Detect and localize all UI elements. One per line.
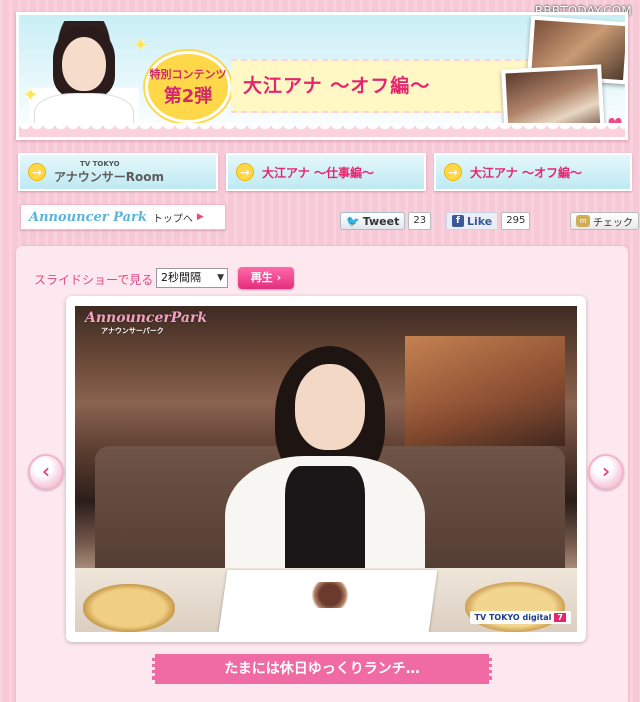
special-content-badge: 特別コンテンツ 第2弾 xyxy=(145,51,231,123)
nav-tab-sublabel: TV TOKYO xyxy=(80,159,120,168)
nav-tab-label: TV TOKYO アナウンサーRoom xyxy=(54,160,164,185)
nav-tab-work[interactable]: → 大江アナ ～仕事編～ xyxy=(226,153,426,191)
arrow-right-icon: → xyxy=(444,163,462,181)
photo-watermark-logo: AnnouncerPark アナウンサーパーク xyxy=(85,310,208,335)
like-button[interactable]: f Like xyxy=(446,212,499,230)
tweet-widget: 🐦 Tweet 23 xyxy=(340,212,432,230)
slide-caption: たまには休日ゆっくりランチ… xyxy=(152,654,492,684)
dropdown-arrow-icon: ▼ xyxy=(217,273,224,283)
chevron-right-icon: ▶ xyxy=(196,212,204,222)
arrow-right-icon: → xyxy=(28,163,46,181)
host-face xyxy=(62,37,106,91)
arrow-right-icon: → xyxy=(236,163,254,181)
interval-select[interactable]: 2秒間隔 ▼ xyxy=(156,268,228,288)
slide-frame: AnnouncerPark アナウンサーパーク TV TOKYO digital… xyxy=(66,296,586,642)
play-button[interactable]: 再生 › xyxy=(238,267,294,289)
banner-title: 大江アナ ～オフ編～ xyxy=(231,59,531,113)
badge-line2: 第2弾 xyxy=(163,86,213,107)
nav-tab-announcer-room[interactable]: → TV TOKYO アナウンサーRoom xyxy=(18,153,218,191)
check-widget: m チェック xyxy=(570,212,639,230)
tv-tokyo-logo: TV TOKYO digital 7 xyxy=(469,611,571,624)
chevron-left-icon: ‹ xyxy=(41,459,51,483)
nav-tab-label: 大江アナ ～仕事編～ xyxy=(262,165,374,180)
interval-value: 2秒間隔 xyxy=(161,271,201,284)
chevron-right-icon: › xyxy=(601,459,611,483)
sparkle-icon: ✦ xyxy=(23,85,39,106)
nav-tab-main-label: アナウンサーRoom xyxy=(54,169,164,184)
banner-lace xyxy=(19,123,625,137)
twitter-bird-icon: 🐦 xyxy=(346,214,360,228)
play-icon: › xyxy=(276,271,282,284)
logo-text: Announcer xyxy=(29,209,109,225)
badge-line1: 特別コンテンツ xyxy=(149,68,227,81)
park-link-text: トップへ xyxy=(152,213,193,225)
nav-tab-off[interactable]: → 大江アナ ～オフ編～ xyxy=(434,153,632,191)
like-label: Like xyxy=(467,214,493,228)
check-label: チェック xyxy=(593,217,633,229)
slideshow-label: スライドショーで見る xyxy=(34,273,154,287)
slide-photo: AnnouncerPark アナウンサーパーク TV TOKYO digital… xyxy=(75,306,577,632)
previous-slide-button[interactable]: ‹ xyxy=(28,454,64,490)
like-widget: f Like 295 xyxy=(446,212,531,230)
play-label: 再生 xyxy=(250,271,273,284)
mixi-icon: m xyxy=(576,215,590,227)
mixi-check-button[interactable]: m チェック xyxy=(570,212,639,230)
tweet-button[interactable]: 🐦 Tweet xyxy=(340,212,406,230)
header-banner: ✦ ✦ 特別コンテンツ 第2弾 大江アナ ～オフ編～ ♥ xyxy=(16,12,628,140)
tweet-count: 23 xyxy=(408,212,432,230)
announcer-park-top-link[interactable]: Announcer Park トップへ ▶ xyxy=(20,204,226,230)
facebook-icon: f xyxy=(452,215,464,227)
sparkle-icon: ✦ xyxy=(133,35,149,56)
nav-tab-label: 大江アナ ～オフ編～ xyxy=(470,165,582,180)
logo-accent: Park xyxy=(113,209,147,225)
next-slide-button[interactable]: › xyxy=(588,454,624,490)
like-count: 295 xyxy=(501,212,531,230)
tweet-label: Tweet xyxy=(362,214,400,228)
announcer-park-logo: Announcer Park xyxy=(29,210,147,225)
